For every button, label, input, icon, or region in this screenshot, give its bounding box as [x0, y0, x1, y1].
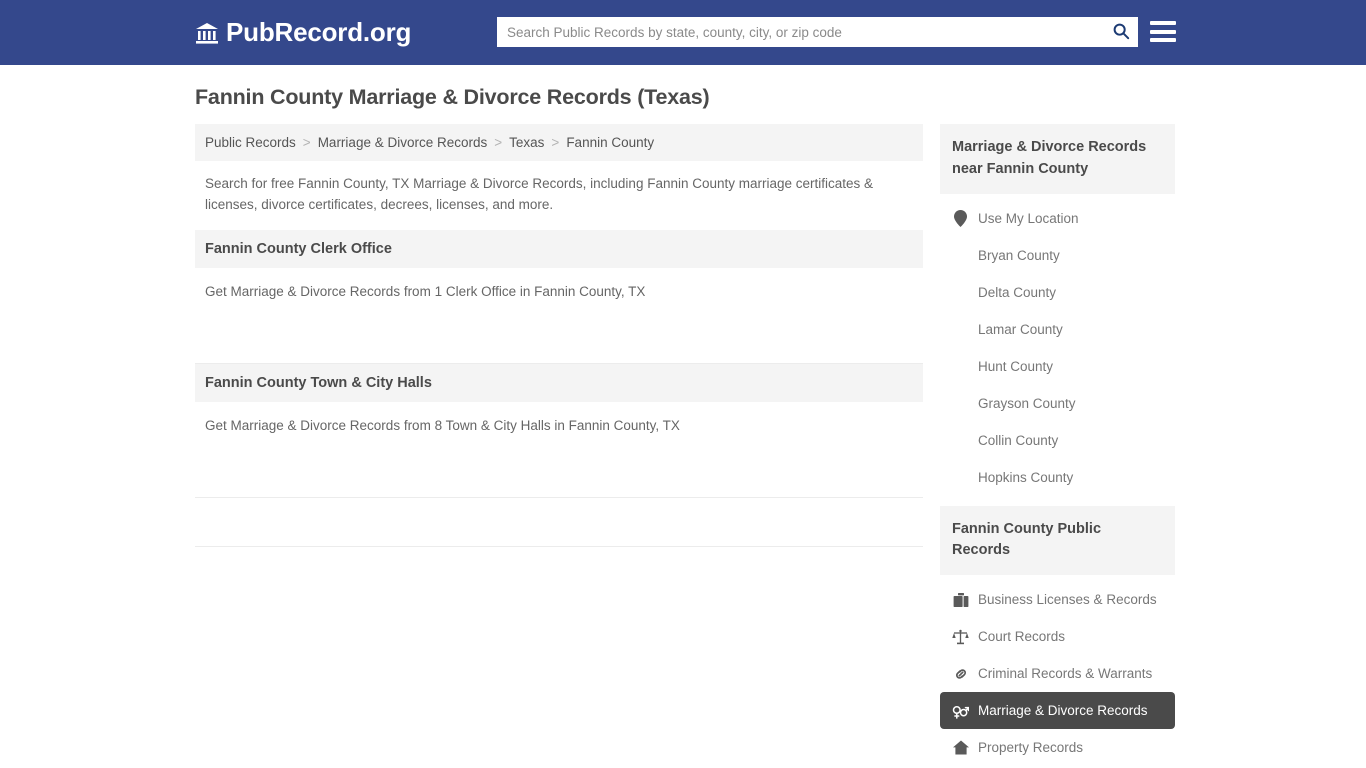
- site-header: PubRecord.org: [0, 0, 1366, 65]
- sidebar-record-item-2[interactable]: Court Records: [940, 618, 1175, 655]
- listing-primary: [205, 504, 675, 530]
- sidebar-record-item-label: Property Records: [978, 740, 1084, 755]
- sidebar-nearby-item-label: Lamar County: [978, 321, 1063, 337]
- listing-secondary: [675, 455, 913, 481]
- search-button[interactable]: [1104, 17, 1138, 47]
- listing-secondary: [675, 504, 913, 530]
- bank-building-icon: [195, 21, 219, 45]
- sidebar-nearby-item-3[interactable]: Delta County: [940, 274, 1175, 311]
- listing-primary: [205, 455, 675, 481]
- sidebar-record-item-4[interactable]: Marriage & Divorce Records: [940, 692, 1175, 729]
- breadcrumb-separator: >: [551, 135, 560, 150]
- section-subheading: Get Marriage & Divorce Records from 8 To…: [205, 417, 680, 433]
- briefcase-icon: [952, 591, 969, 608]
- section-subheading: Get Marriage & Divorce Records from 1 Cl…: [205, 283, 646, 299]
- sidebar-nearby-item-label: Delta County: [978, 284, 1057, 300]
- main-content: Public Records > Marriage & Divorce Record…: [195, 124, 923, 595]
- sidebar-nearby-item-7[interactable]: Collin County: [940, 422, 1175, 459]
- sidebar-nearby-item-8[interactable]: Hopkins County: [940, 459, 1175, 496]
- sidebar-record-item-label: Business Licenses & Records: [978, 592, 1157, 607]
- sidebar-record-item-1[interactable]: Business Licenses & Records: [940, 581, 1175, 618]
- sidebar-nearby-item-label: Use My Location: [978, 210, 1079, 226]
- listing-primary: [205, 553, 675, 579]
- sidebar-record-item-3[interactable]: Criminal Records & Warrants: [940, 655, 1175, 692]
- sidebar-nearby-item-label: Hunt County: [978, 358, 1054, 374]
- sidebar-record-item-5[interactable]: Property Records: [940, 729, 1175, 766]
- section-heading: Fannin County Clerk Office: [195, 229, 923, 268]
- sidebar-records-heading: Fannin County Public Records: [940, 505, 1175, 575]
- sidebar-nearby-item-2[interactable]: Bryan County: [940, 237, 1175, 274]
- listing-row: [195, 449, 923, 498]
- sidebar-nearby-item-label: Collin County: [978, 432, 1059, 448]
- search-icon: [1112, 22, 1130, 43]
- search-input[interactable]: [497, 18, 1104, 46]
- sidebar: Marriage & Divorce Records near Fannin C…: [940, 124, 1175, 768]
- search-bar: [497, 17, 1138, 47]
- hamburger-menu-icon[interactable]: [1150, 19, 1176, 44]
- sidebar-nearby-item-1[interactable]: Use My Location: [940, 200, 1175, 237]
- listing-primary: [205, 321, 675, 347]
- breadcrumb: Public Records > Marriage & Divorce Record…: [195, 124, 923, 161]
- sidebar-record-item-label: Court Records: [978, 629, 1066, 644]
- sidebar-nearby-item-label: Hopkins County: [978, 469, 1074, 485]
- breadcrumb-separator: >: [302, 135, 311, 150]
- page-title: Fannin County Marriage & Divorce Records…: [195, 85, 710, 109]
- sidebar-record-item-label: Marriage & Divorce Records: [978, 703, 1148, 718]
- record-sections: Fannin County Clerk Office Get Marriage &…: [195, 229, 923, 595]
- section-heading: Fannin County Town & City Halls: [195, 363, 923, 402]
- site-logo[interactable]: PubRecord.org: [195, 17, 411, 48]
- sidebar-nearby-heading: Marriage & Divorce Records near Fannin C…: [940, 124, 1175, 194]
- sidebar-nearby-item-label: Bryan County: [978, 247, 1060, 263]
- page-body: Fannin County Marriage & Divorce Records…: [0, 65, 1366, 768]
- breadcrumb-separator: >: [494, 135, 503, 150]
- sidebar-nearby-item-4[interactable]: Lamar County: [940, 311, 1175, 348]
- sidebar-nearby-list: Use My Location Bryan County Delta County L…: [940, 194, 1175, 506]
- sidebar-nearby-item-6[interactable]: Grayson County: [940, 385, 1175, 422]
- sidebar-record-item-label: Criminal Records & Warrants: [978, 666, 1153, 681]
- sidebar-nearby-item-5[interactable]: Hunt County: [940, 348, 1175, 385]
- page-intro-text: Search for free Fannin County, TX Marria…: [205, 176, 874, 212]
- scales-of-justice-icon: [952, 628, 969, 645]
- site-logo-text: PubRecord.org: [226, 17, 412, 47]
- sidebar-records-list: Business Licenses & Records Court Records…: [940, 575, 1175, 768]
- listing-secondary: [675, 321, 913, 347]
- map-pin-icon: [952, 209, 969, 227]
- breadcrumb-item-2[interactable]: Marriage & Divorce Records: [318, 135, 488, 150]
- listing-secondary: [675, 553, 913, 579]
- breadcrumb-item-4[interactable]: Fannin County: [566, 135, 654, 150]
- listing-row: [195, 315, 923, 364]
- breadcrumb-item-1[interactable]: Public Records: [205, 135, 296, 150]
- listing-row: [195, 547, 923, 595]
- gender-symbols-icon: [952, 702, 969, 719]
- sidebar-nearby-item-label: Grayson County: [978, 395, 1076, 411]
- listing-row: [195, 498, 923, 547]
- breadcrumb-item-3[interactable]: Texas: [509, 135, 544, 150]
- house-icon: [952, 739, 969, 756]
- handcuffs-icon: [952, 665, 969, 682]
